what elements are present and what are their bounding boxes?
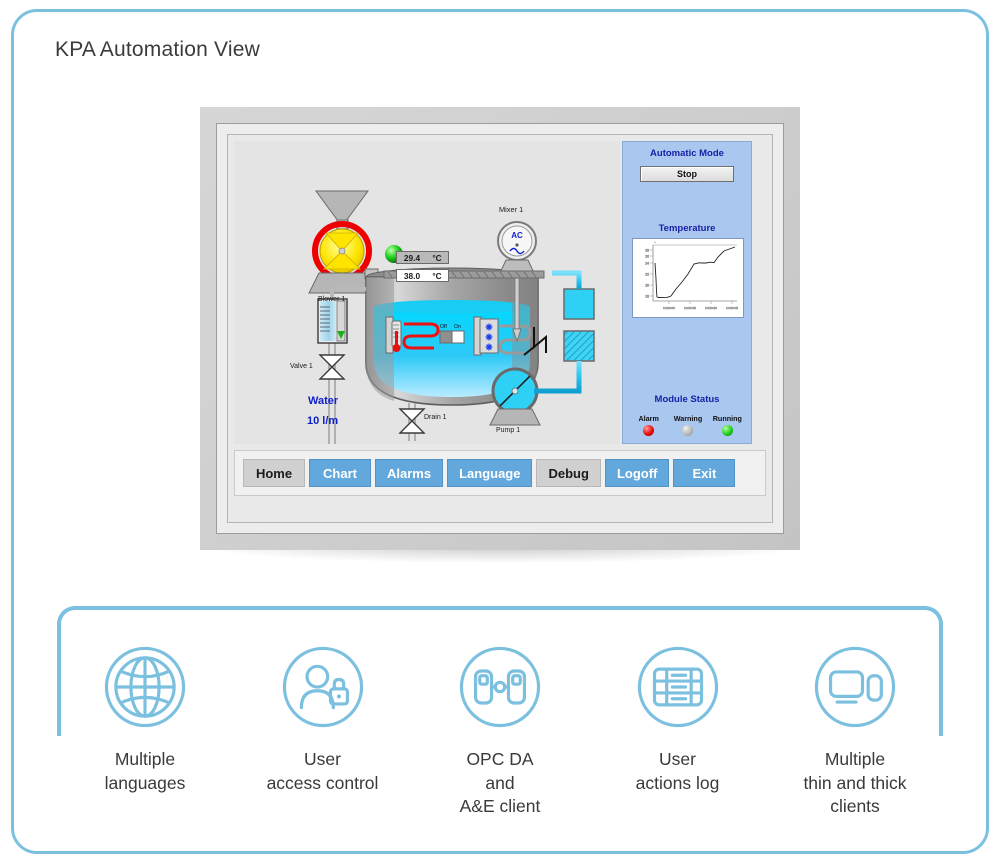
hmi-navigation-bar: Home Chart Alarms Language Debug Logoff … [234,450,766,496]
svg-text:14:20:15: 14:20:15 [684,306,696,310]
svg-text:AC: AC [511,231,523,240]
feature-list: Multiple languages User access control O… [57,640,943,830]
feature-thin-thick-clients-label: Multiple thin and thick clients [803,749,907,817]
globe-icon [98,640,192,734]
process-mimic-area: AC Blower 1 Mixer 1 Valve 1 Drain 1 Pump… [234,141,620,453]
kpa-automation-view-page: KPA Automation View AC Blower 1 Mixer 1 … [0,0,1000,863]
nav-button-language[interactable]: Language [447,459,533,487]
nav-button-debug[interactable]: Debug [536,459,601,487]
status-alarm: Alarm [631,414,667,436]
hmi-side-panel: Automatic Mode Stop Temperature 18 20 22… [622,141,752,444]
svg-text:20: 20 [645,283,649,287]
setpoint-temperature-readout[interactable]: 38.0 °C [396,269,449,282]
nav-button-chart[interactable]: Chart [309,459,371,487]
setpoint-temperature-unit: °C [432,270,442,281]
feature-user-access-control: User access control [235,640,411,795]
nav-button-home[interactable]: Home [243,459,305,487]
running-led-icon [721,425,733,436]
svg-text:18: 18 [645,294,649,298]
svg-text:28: 28 [645,248,649,252]
opc-link-icon [453,640,547,734]
hmi-screen: AC Blower 1 Mixer 1 Valve 1 Drain 1 Pump… [227,134,773,523]
toggle-off-caption: Off [440,324,447,330]
drain-label: Drain 1 [424,414,447,421]
warning-led-icon [682,425,694,436]
clients-icon [808,640,902,734]
feature-multiple-languages-label: Multiple languages [104,749,186,793]
feature-multiple-languages: Multiple languages [57,640,233,795]
water-flow-value: 10 l/m [307,415,339,427]
hmi-panel: AC Blower 1 Mixer 1 Valve 1 Drain 1 Pump… [200,107,800,550]
module-status-leds: Alarm Warning Running [629,414,747,436]
process-temperature-unit: °C [432,252,442,263]
water-label: Water [308,395,339,407]
toggle-on-caption: On [454,324,461,330]
feature-thin-thick-clients: Multiple thin and thick clients [767,640,943,819]
process-temperature-value: 29.4 [403,252,421,263]
svg-text:22: 22 [645,272,649,276]
feature-user-actions-log: User actions log [590,640,766,795]
user-lock-icon [276,640,370,734]
process-diagram: AC [308,190,595,453]
feature-opc-client-label: OPC DA and A&E client [459,749,541,817]
blower-label: Blower 1 [318,296,346,303]
status-warning-label: Warning [673,414,703,423]
log-table-icon [631,640,725,734]
pump-label: Pump 1 [496,427,521,434]
module-status-title: Module Status [654,394,720,405]
svg-text:14:20:00: 14:20:00 [663,306,675,310]
svg-text:26: 26 [645,254,649,258]
svg-text:14:20:45: 14:20:45 [726,306,738,310]
nav-button-logoff[interactable]: Logoff [604,459,670,487]
feature-user-access-control-label: User access control [266,749,379,793]
mixer-label: Mixer 1 [499,205,524,214]
temperature-trend-chart[interactable]: 18 20 22 24 26 28 14:20:00 14:20:15 14:2… [632,238,744,318]
setpoint-temperature-value: 38.0 [403,270,421,281]
valve-label: Valve 1 [290,363,313,370]
hmi-bezel-inner: AC Blower 1 Mixer 1 Valve 1 Drain 1 Pump… [216,123,784,534]
alarm-led-icon [643,425,655,436]
status-running-label: Running [712,414,742,423]
stop-button[interactable]: Stop [640,166,734,182]
svg-text:4: 4 [654,241,656,245]
automatic-mode-title: Automatic Mode [650,148,724,159]
status-warning: Warning [670,414,706,436]
process-temperature-readout: 29.4 °C [396,251,449,264]
status-alarm-label: Alarm [638,414,659,423]
nav-button-exit[interactable]: Exit [673,459,736,487]
trend-plot: 18 20 22 24 26 28 14:20:00 14:20:15 14:2… [645,241,739,311]
svg-text:24: 24 [645,261,649,265]
temperature-trend-title: Temperature [658,223,716,234]
page-title: KPA Automation View [55,38,260,61]
svg-text:14:20:30: 14:20:30 [705,306,717,310]
nav-button-alarms[interactable]: Alarms [375,459,444,487]
status-running: Running [709,414,745,436]
feature-opc-client: OPC DA and A&E client [412,640,588,819]
feature-user-actions-log-label: User actions log [635,749,720,793]
